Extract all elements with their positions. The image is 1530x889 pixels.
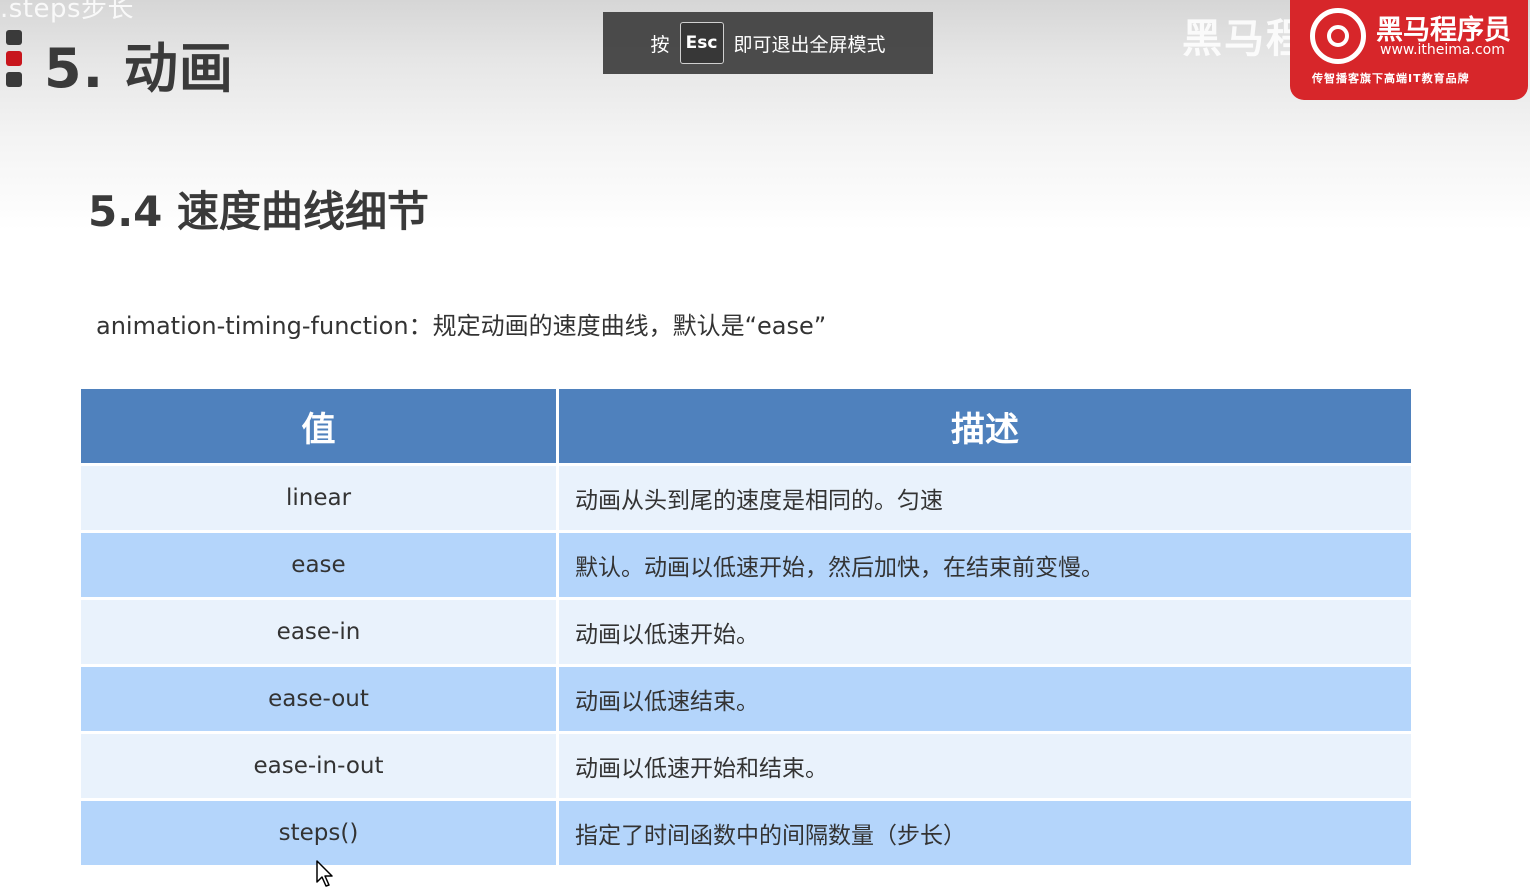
chapter-title: 5. 动画: [44, 37, 234, 100]
table-row: ease 默认。动画以低速开始，然后加快，在结束前变慢。: [81, 533, 1411, 600]
brand-badge: 黑马程序员 www.itheima.com 传智播客旗下高端IT教育品牌: [1290, 0, 1528, 100]
cell-value: ease-in-out: [81, 734, 559, 801]
cell-description: 动画以低速开始和结束。: [559, 734, 1411, 801]
cell-description: 动画从头到尾的速度是相同的。匀速: [559, 466, 1411, 533]
cell-value: ease-out: [81, 667, 559, 734]
mouse-pointer-icon: [316, 860, 333, 887]
esc-key-badge: Esc: [679, 22, 724, 64]
cell-description: 默认。动画以低速开始，然后加快，在结束前变慢。: [559, 533, 1411, 600]
timing-function-table: 值 描述 linear 动画从头到尾的速度是相同的。匀速 ease 默认。动画以…: [81, 389, 1411, 868]
table-row: linear 动画从头到尾的速度是相同的。匀速: [81, 466, 1411, 533]
fullscreen-exit-notice: 按 Esc 即可退出全屏模式: [603, 12, 933, 74]
top-fragment-text: .steps步长: [0, 0, 135, 24]
section-title: 5.4 速度曲线细节: [88, 187, 430, 236]
fullscreen-notice-suffix: 即可退出全屏模式: [733, 33, 886, 56]
table-row: ease-out 动画以低速结束。: [81, 667, 1411, 734]
cell-description: 动画以低速开始。: [559, 600, 1411, 667]
brand-url: www.itheima.com: [1380, 42, 1505, 58]
cell-value: ease: [81, 533, 559, 600]
cell-description: 指定了时间函数中的间隔数量（步长）: [559, 801, 1411, 868]
fullscreen-notice-prefix: 按: [650, 33, 670, 56]
table-row: ease-in-out 动画以低速开始和结束。: [81, 734, 1411, 801]
chapter-marker-icon: [6, 30, 22, 88]
header-description: 描述: [559, 389, 1411, 466]
table-row: ease-in 动画以低速开始。: [81, 600, 1411, 667]
cell-description: 动画以低速结束。: [559, 667, 1411, 734]
cell-value: linear: [81, 466, 559, 533]
table-row: steps() 指定了时间函数中的间隔数量（步长）: [81, 801, 1411, 868]
itheima-logo-icon: [1310, 8, 1366, 64]
header-value: 值: [81, 389, 559, 466]
table-header-row: 值 描述: [81, 389, 1411, 466]
cell-value: ease-in: [81, 600, 559, 667]
property-description: animation-timing-function：规定动画的速度曲线，默认是“…: [96, 312, 827, 340]
brand-slogan: 传智播客旗下高端IT教育品牌: [1312, 72, 1470, 85]
cell-value: steps(): [81, 801, 559, 868]
